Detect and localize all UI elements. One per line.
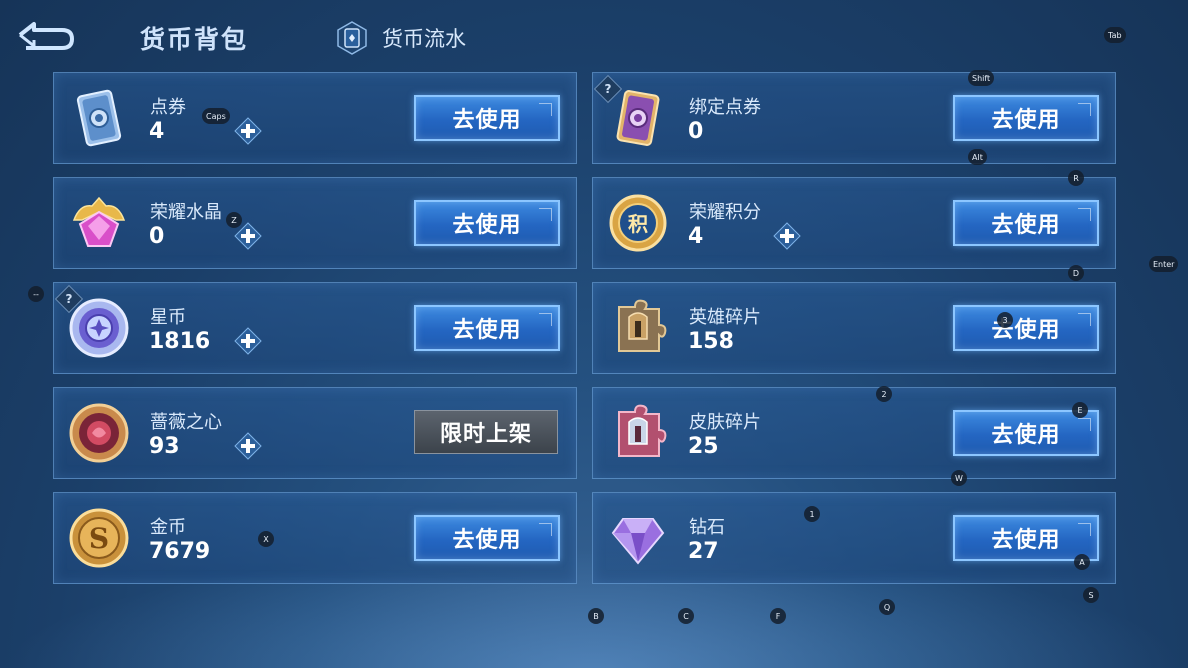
add-icon[interactable]	[234, 117, 262, 145]
key-hint-enter: Enter	[1149, 256, 1179, 272]
currency-amount: 0	[688, 119, 704, 144]
key-hint-3: 3	[997, 312, 1013, 328]
key-hint-s: S	[1083, 587, 1099, 603]
key-hint-caps: Caps	[202, 108, 230, 124]
currency-amount: 25	[688, 434, 719, 459]
add-icon[interactable]	[234, 432, 262, 460]
use-button[interactable]: 去使用	[953, 95, 1099, 141]
back-button[interactable]	[12, 18, 76, 52]
key-hint-b: B	[588, 608, 604, 624]
key-hint-d: D	[1068, 265, 1084, 281]
currency-card-rose-heart: 蔷薇之心 93 限时上架	[53, 387, 577, 479]
use-button[interactable]: 去使用	[414, 515, 560, 561]
currency-flow-icon	[337, 21, 367, 55]
currency-card-hero-fragment: 英雄碎片 158 去使用	[592, 282, 1116, 374]
currency-card-gold-coin: S 金币 7679 去使用	[53, 492, 577, 584]
key-hint-z: Z	[226, 212, 242, 228]
key-hint-dash: --	[28, 286, 44, 302]
key-hint-r: R	[1068, 170, 1084, 186]
use-button[interactable]: 去使用	[953, 200, 1099, 246]
currency-amount: 4	[688, 224, 704, 249]
limited-time-button[interactable]: 限时上架	[414, 410, 558, 454]
currency-card-diamond: 钻石 27 去使用	[592, 492, 1116, 584]
currency-card-glory-crystal: 荣耀水晶 0 去使用	[53, 177, 577, 269]
use-button[interactable]: 去使用	[414, 305, 560, 351]
currency-amount: 0	[149, 224, 165, 249]
currency-flow-tab[interactable]: 货币流水	[334, 20, 466, 56]
currency-name: 点券	[150, 97, 186, 118]
currency-name: 蔷薇之心	[150, 412, 222, 433]
currency-name: 荣耀水晶	[150, 202, 222, 223]
back-arrow-icon	[18, 22, 74, 50]
currency-name: 荣耀积分	[689, 202, 761, 223]
key-hint-f: F	[770, 608, 786, 624]
gold-coin-icon: S	[69, 508, 129, 568]
currency-flow-label: 货币流水	[382, 27, 466, 51]
use-button[interactable]: 去使用	[953, 305, 1099, 351]
add-icon[interactable]	[773, 222, 801, 250]
diamond-icon	[611, 518, 665, 565]
key-hint-e: E	[1072, 402, 1088, 418]
key-hint-a: A	[1074, 554, 1090, 570]
svg-text:S: S	[89, 522, 109, 555]
add-icon[interactable]	[234, 327, 262, 355]
glory-points-icon: 积	[609, 194, 667, 252]
currency-name: 皮肤碎片	[689, 412, 761, 433]
key-hint-w: W	[951, 470, 967, 486]
currency-name: 英雄碎片	[689, 307, 761, 328]
coupon-card-icon	[76, 89, 122, 147]
currency-card-coupon: 点券 4 去使用	[53, 72, 577, 164]
rose-heart-icon	[69, 403, 129, 463]
currency-name: 星币	[150, 307, 186, 328]
key-hint-2: 2	[876, 386, 892, 402]
key-hint-shift: Shift	[968, 70, 995, 86]
key-hint-alt: Alt	[968, 149, 987, 165]
use-button[interactable]: 去使用	[414, 200, 560, 246]
currency-name: 钻石	[689, 517, 725, 538]
key-hint-q: Q	[879, 599, 895, 615]
key-hint-c: C	[678, 608, 694, 624]
currency-card-skin-fragment: 皮肤碎片 25 去使用	[592, 387, 1116, 479]
use-button[interactable]: 去使用	[414, 95, 560, 141]
key-hint-tab: Tab	[1104, 27, 1126, 43]
currency-card-bound-coupon: 绑定点券 0 去使用	[592, 72, 1116, 164]
currency-amount: 158	[688, 329, 734, 354]
currency-card-star-coin: 星币 1816 去使用	[53, 282, 577, 374]
svg-text:积: 积	[628, 212, 648, 236]
currency-name: 绑定点券	[689, 97, 761, 118]
page-title: 货币背包	[140, 25, 249, 54]
top-bar: 货币背包 货币流水	[0, 0, 1188, 72]
skin-fragment-icon	[618, 404, 667, 457]
currency-amount: 7679	[149, 539, 211, 564]
currency-amount: 93	[149, 434, 180, 459]
currency-name: 金币	[150, 517, 186, 538]
currency-card-glory-points: 积 荣耀积分 4 去使用	[592, 177, 1116, 269]
key-hint-1: 1	[804, 506, 820, 522]
currency-amount: 1816	[149, 329, 211, 354]
key-hint-x: X	[258, 531, 274, 547]
currency-amount: 27	[688, 539, 719, 564]
glory-crystal-icon	[72, 196, 126, 247]
currency-amount: 4	[149, 119, 165, 144]
hero-fragment-icon	[618, 299, 667, 352]
